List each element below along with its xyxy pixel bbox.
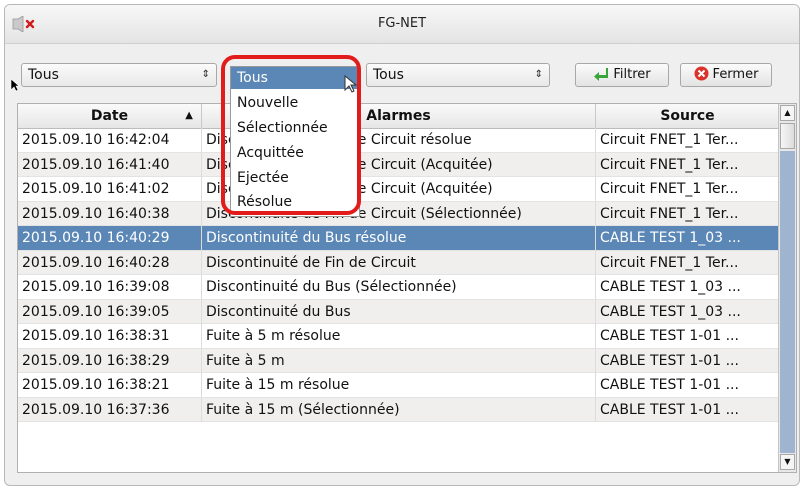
- table-row[interactable]: 2015.09.10 16:41:02Discontinuité de Fin …: [18, 177, 780, 202]
- red-x-circle-icon: [694, 66, 709, 81]
- table-header: Date ▲ Alarmes Source: [18, 104, 780, 129]
- cell-alarm: Discontinuité du Bus: [202, 299, 596, 324]
- table-row[interactable]: 2015.09.10 16:42:04Discontinuité de Fin …: [18, 128, 780, 153]
- cell-source: CABLE TEST 1-01 ...: [596, 348, 780, 373]
- cell-date: 2015.09.10 16:37:36: [18, 397, 202, 422]
- cell-source: CABLE TEST 1-01 ...: [596, 397, 780, 422]
- cell-source: CABLE TEST 1_03 ...: [596, 299, 780, 324]
- cell-date: 2015.09.10 16:40:28: [18, 250, 202, 275]
- cell-alarm: Discontinuité du Bus (Sélectionnée): [202, 275, 596, 299]
- scroll-down-icon[interactable]: ▼: [780, 454, 795, 470]
- filter-combo-1[interactable]: Tous ⇕: [21, 63, 217, 87]
- cell-date: 2015.09.10 16:38:29: [18, 348, 202, 373]
- cell-alarm: Fuite à 5 m: [202, 348, 596, 373]
- alarms-table: Date ▲ Alarmes Source 2015.09.10 16:42:0…: [17, 103, 797, 473]
- filter-combo-3[interactable]: Tous ⇕: [366, 63, 550, 87]
- cell-source: CABLE TEST 1_03 ...: [596, 226, 780, 250]
- cell-source: Circuit FNET_1 Ter...: [596, 250, 780, 275]
- cell-source: Circuit FNET_1 Ter...: [596, 152, 780, 177]
- cell-alarm: Discontinuité de Fin de Circuit: [202, 250, 596, 275]
- mouse-cursor-icon: [10, 78, 20, 92]
- green-arrow-icon: [594, 68, 609, 81]
- close-button-label: Fermer: [712, 67, 759, 82]
- app-window: FG-NET Tous ⇕ Tous ⇕ Filtrer Fermer Date…: [4, 4, 800, 486]
- filter-button[interactable]: Filtrer: [575, 63, 669, 87]
- dropdown-option[interactable]: Acquittée: [237, 141, 304, 165]
- table-row[interactable]: 2015.09.10 16:40:28 Discontinuité de Fin …: [18, 250, 780, 275]
- cell-source: Circuit FNET_1 Ter...: [596, 128, 780, 152]
- cell-alarm: Discontinuité du Bus résolue: [202, 226, 596, 250]
- column-header-date-label: Date: [90, 108, 129, 124]
- sort-ascending-icon: ▲: [185, 110, 193, 121]
- cell-date: 2015.09.10 16:40:38: [18, 201, 202, 226]
- cell-date: 2015.09.10 16:42:04: [18, 128, 202, 152]
- dropdown-selected-item[interactable]: Tous: [231, 67, 359, 89]
- filter-combo-1-value: Tous: [28, 67, 59, 83]
- cell-alarm: Fuite à 15 m (Sélectionnée): [202, 397, 596, 422]
- status-dropdown-list: Tous Nouvelle Sélectionnée Acquittée Eje…: [230, 66, 360, 217]
- table-body: 2015.09.10 16:42:04 Discontinuité de Fin …: [18, 128, 780, 422]
- filter-button-label: Filtrer: [613, 67, 651, 82]
- window-title: FG-NET: [377, 16, 427, 31]
- cell-source: CABLE TEST 1-01 ...: [596, 373, 780, 397]
- table-row[interactable]: 2015.09.10 16:37:36 Fuite à 15 m (Sélecti…: [18, 397, 780, 422]
- table-row[interactable]: 2015.09.10 16:38:31 Fuite à 5 m résolue CA…: [18, 324, 780, 349]
- cell-date: 2015.09.10 16:41:40: [18, 152, 202, 177]
- title-bar: FG-NET: [5, 5, 799, 44]
- column-header-source-label: Source: [660, 108, 715, 124]
- dropdown-option[interactable]: Ejectée: [237, 166, 289, 190]
- scroll-up-icon[interactable]: ▲: [780, 105, 795, 121]
- combo-arrows-icon: ⇕: [534, 69, 543, 80]
- cell-source: CABLE TEST 1_03 ...: [596, 275, 780, 299]
- table-row[interactable]: 2015.09.10 16:41:40Discontinuité de Fin …: [18, 152, 780, 177]
- combo-arrows-icon: ⇕: [201, 69, 210, 80]
- column-header-date[interactable]: Date ▲: [18, 104, 202, 128]
- cell-date: 2015.09.10 16:38:31: [18, 324, 202, 348]
- cell-source: Circuit FNET_1 Ter...: [596, 201, 780, 226]
- column-header-alarms-label: Alarmes: [366, 108, 431, 124]
- table-row[interactable]: 2015.09.10 16:38:21 Fuite à 15 m résolue C…: [18, 373, 780, 398]
- cell-date: 2015.09.10 16:40:29: [18, 226, 202, 250]
- cell-source: Circuit FNET_1 Ter...: [596, 177, 780, 201]
- table-row[interactable]: 2015.09.10 16:40:29 Discontinuité du Bus …: [18, 226, 780, 251]
- table-row[interactable]: 2015.09.10 16:39:08 Discontinuité du Bus …: [18, 275, 780, 300]
- cell-date: 2015.09.10 16:41:02: [18, 177, 202, 201]
- dropdown-option[interactable]: Résolue: [237, 190, 292, 214]
- dropdown-option[interactable]: Nouvelle: [237, 91, 298, 115]
- scroll-track[interactable]: [780, 151, 795, 453]
- filter-combo-3-value: Tous: [373, 67, 404, 83]
- cell-alarm: Fuite à 15 m résolue: [202, 373, 596, 397]
- mouse-pointer-icon: [344, 75, 358, 93]
- cell-date: 2015.09.10 16:39:05: [18, 299, 202, 324]
- cell-date: 2015.09.10 16:39:08: [18, 275, 202, 299]
- close-button[interactable]: Fermer: [680, 63, 772, 87]
- scroll-thumb[interactable]: [780, 123, 795, 149]
- table-row[interactable]: 2015.09.10 16:39:05 Discontinuité du Bus C…: [18, 299, 780, 324]
- cell-alarm: Fuite à 5 m résolue: [202, 324, 596, 348]
- cell-source: CABLE TEST 1-01 ...: [596, 324, 780, 348]
- table-row[interactable]: 2015.09.10 16:40:38 Discontinuité de Fin …: [18, 201, 780, 226]
- dropdown-option[interactable]: Sélectionnée: [237, 116, 328, 140]
- cell-date: 2015.09.10 16:38:21: [18, 373, 202, 397]
- vertical-scrollbar[interactable]: ▲ ▼: [778, 104, 796, 472]
- column-header-source[interactable]: Source: [596, 104, 780, 128]
- table-row[interactable]: 2015.09.10 16:38:29 Fuite à 5 m CABLE TEST…: [18, 348, 780, 373]
